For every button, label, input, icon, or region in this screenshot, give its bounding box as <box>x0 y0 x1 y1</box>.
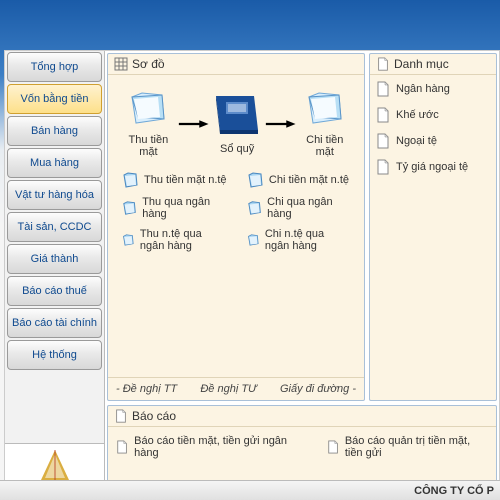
main-content: Sơ đồ Thu tiền mặt Sổ quỹ <box>105 51 499 497</box>
sidebar-item-taisan[interactable]: Tài sản, CCDC <box>7 212 102 242</box>
list-item[interactable]: Chi n.tệ qua ngân hàng <box>247 228 350 252</box>
list-item[interactable]: Báo cáo quản trị tiền mặt, tiền gửi <box>327 435 488 459</box>
panel-title: Sơ đồ <box>132 57 165 71</box>
item-label: Ngoại tệ <box>396 135 437 147</box>
status-bar: CÔNG TY CỔ P <box>0 480 500 500</box>
item-label: Chi tiền mặt n.tệ <box>269 174 349 186</box>
diagram-icon <box>114 57 128 71</box>
sidebar-item-hethong[interactable]: Hệ thống <box>7 340 102 370</box>
list-item[interactable]: Chi tiền mặt n.tệ <box>247 172 350 188</box>
panel-sodo: Sơ đồ Thu tiền mặt Sổ quỹ <box>107 53 365 401</box>
operation-lists: Thu tiền mặt n.tệ Thu qua ngân hàng Thu … <box>116 162 356 258</box>
list-item[interactable]: Ngoại tệ <box>376 133 490 149</box>
item-label: Khế ước <box>396 109 439 121</box>
flow-label: Thu tiền mặt <box>120 134 177 158</box>
thu-list: Thu tiền mặt n.tệ Thu qua ngân hàng Thu … <box>122 172 227 252</box>
danhmuc-list: Ngân hàng Khế ước Ngoại tệ Tỷ giá ngoại … <box>370 75 496 181</box>
list-item[interactable]: Thu qua ngân hàng <box>122 196 227 220</box>
item-label: Chi qua ngân hàng <box>267 196 350 220</box>
sidebar-item-label: Tài sản, CCDC <box>18 221 92 233</box>
arrow-icon <box>264 119 297 129</box>
sidebar-item-baocaotaichinh[interactable]: Báo cáo tài chính <box>7 308 102 338</box>
company-name: CÔNG TY CỔ P <box>414 485 494 497</box>
list-item[interactable]: Thu n.tệ qua ngân hàng <box>122 228 227 252</box>
document-icon <box>247 172 263 188</box>
document-icon <box>247 232 259 248</box>
sidebar-item-vattu[interactable]: Vật tư hàng hóa <box>7 180 102 210</box>
page-icon <box>376 133 390 149</box>
list-item[interactable]: Tỷ giá ngoại tệ <box>376 159 490 175</box>
document-icon <box>122 232 134 248</box>
sidebar-item-banhang[interactable]: Bán hàng <box>7 116 102 146</box>
panel-title: Báo cáo <box>132 409 176 423</box>
ledger-book-icon <box>210 92 264 136</box>
list-item[interactable]: Báo cáo tiền mặt, tiền gửi ngân hàng <box>116 435 291 459</box>
sidebar-item-vonbangtien[interactable]: Vốn bằng tiền <box>7 84 102 114</box>
flow-node-thu[interactable]: Thu tiền mặt <box>120 89 177 158</box>
flow-diagram: Thu tiền mặt Sổ quỹ Chi tiền mặt <box>116 81 356 162</box>
sidebar-item-label: Báo cáo tài chính <box>12 317 97 329</box>
folder-icon <box>305 89 345 127</box>
panel-body: Thu tiền mặt Sổ quỹ Chi tiền mặt <box>108 75 364 377</box>
item-label: Thu n.tệ qua ngân hàng <box>140 228 227 252</box>
panel-header: Báo cáo <box>108 406 496 427</box>
sidebar-item-label: Hệ thống <box>32 349 77 361</box>
sidebar-item-label: Vốn bằng tiền <box>21 93 89 105</box>
panel-header: Danh mục <box>370 54 496 75</box>
footer-link-denghitu[interactable]: Đề nghị TƯ <box>200 383 256 395</box>
document-icon <box>122 172 138 188</box>
list-item[interactable]: Ngân hàng <box>376 81 490 97</box>
footer-link-giaydiduong[interactable]: Giấy đi đường - <box>280 383 356 395</box>
list-item[interactable]: Thu tiền mặt n.tệ <box>122 172 227 188</box>
panel-title: Danh mục <box>394 57 449 71</box>
sidebar-item-label: Mua hàng <box>30 157 79 169</box>
app-frame: Tổng hợp Vốn bằng tiền Bán hàng Mua hàng… <box>4 50 500 498</box>
page-icon <box>327 439 339 455</box>
page-icon <box>376 159 390 175</box>
arrow-icon <box>177 119 210 129</box>
item-label: Báo cáo quản trị tiền mặt, tiền gửi <box>345 435 488 459</box>
item-label: Chi n.tệ qua ngân hàng <box>265 228 350 252</box>
sidebar-item-label: Báo cáo thuế <box>22 285 87 297</box>
sidebar-item-label: Tổng hợp <box>31 61 79 73</box>
page-icon <box>376 57 390 71</box>
page-icon <box>376 81 390 97</box>
brand-logo-icon <box>35 448 75 482</box>
sidebar: Tổng hợp Vốn bằng tiền Bán hàng Mua hàng… <box>5 51 105 497</box>
panel-header: Sơ đồ <box>108 54 364 75</box>
item-label: Tỷ giá ngoại tệ <box>396 161 468 173</box>
page-icon <box>114 409 128 423</box>
list-item[interactable]: Chi qua ngân hàng <box>247 196 350 220</box>
sidebar-item-label: Giá thành <box>31 253 79 265</box>
item-label: Thu tiền mặt n.tệ <box>144 174 227 186</box>
item-label: Thu qua ngân hàng <box>142 196 227 220</box>
flow-label: Sổ quỹ <box>210 143 264 155</box>
sidebar-item-baocaothue[interactable]: Báo cáo thuế <box>7 276 102 306</box>
folder-icon <box>128 89 168 127</box>
sidebar-item-label: Bán hàng <box>31 125 78 137</box>
document-icon <box>247 200 261 216</box>
document-icon <box>122 200 136 216</box>
baocao-list: Báo cáo tiền mặt, tiền gửi ngân hàng Báo… <box>108 427 496 467</box>
sidebar-item-label: Vật tư hàng hóa <box>15 189 94 201</box>
flow-node-chi[interactable]: Chi tiền mặt <box>298 89 352 158</box>
list-item[interactable]: Khế ước <box>376 107 490 123</box>
sidebar-item-muahang[interactable]: Mua hàng <box>7 148 102 178</box>
sidebar-item-tonghop[interactable]: Tổng hợp <box>7 52 102 82</box>
chi-list: Chi tiền mặt n.tệ Chi qua ngân hàng Chi … <box>247 172 350 252</box>
footer-link-denghitt[interactable]: - Đề nghị TT <box>116 383 177 395</box>
page-icon <box>376 107 390 123</box>
item-label: Ngân hàng <box>396 83 450 95</box>
page-icon <box>116 439 128 455</box>
panel-danhmuc: Danh mục Ngân hàng Khế ước Ngoại tệ <box>369 53 497 401</box>
sidebar-item-giathanh[interactable]: Giá thành <box>7 244 102 274</box>
sodo-footer-links: - Đề nghị TT Đề nghị TƯ Giấy đi đường - <box>108 377 364 400</box>
flow-node-soquy[interactable]: Sổ quỹ <box>210 92 264 155</box>
item-label: Báo cáo tiền mặt, tiền gửi ngân hàng <box>134 435 291 459</box>
flow-label: Chi tiền mặt <box>298 134 352 158</box>
